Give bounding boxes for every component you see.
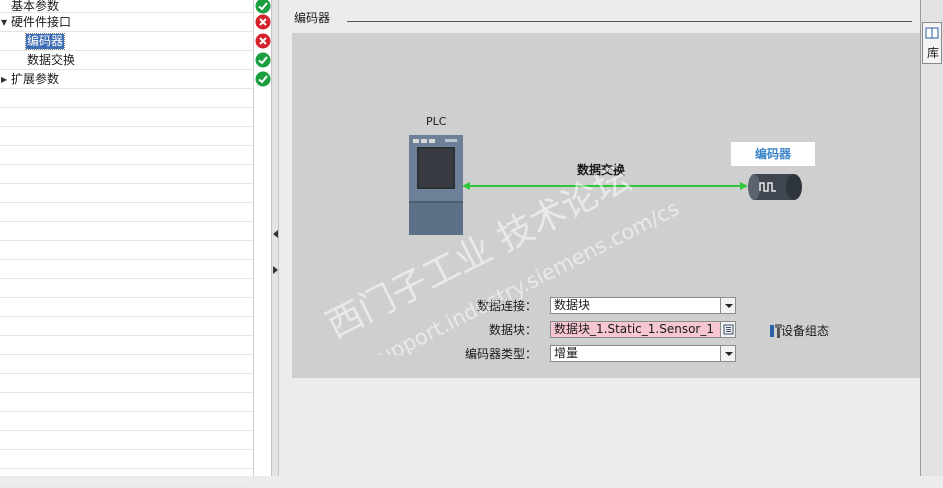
tree-row-line	[0, 450, 253, 469]
data-block-field[interactable]: 数据块_1.Static_1.Sensor_1	[550, 321, 736, 338]
encoder-type-label: 编码器类型：	[464, 347, 537, 361]
chevron-down-icon[interactable]	[720, 346, 735, 361]
library-tab-label: 库	[927, 46, 940, 60]
tree-row-line	[0, 412, 253, 431]
status-ok-icon	[255, 71, 271, 87]
encoder-panel: PLC 编码器 数据交换 数据连接： 数据块 数据块： 数据块_1.Static…	[292, 33, 921, 378]
tree-row-line	[0, 241, 253, 260]
status-column	[253, 0, 271, 476]
tree-item[interactable]: 数据交换	[26, 51, 76, 70]
plc-device-icon[interactable]	[409, 135, 463, 235]
plc-label: PLC	[426, 115, 447, 128]
tree-item-label: 数据交换	[27, 53, 76, 67]
main-area: 编码器 PLC 编码器 数据交换 数据连接： 数据块 数据块： 数据块_1.St…	[279, 0, 921, 476]
tree-item-label: 硬件件接口	[11, 15, 72, 29]
status-error-icon	[255, 14, 271, 30]
tree-item[interactable]: 编码器	[24, 32, 66, 51]
tree-row-line	[0, 260, 253, 279]
tree-row-line	[0, 127, 253, 146]
expand-right-icon[interactable]	[273, 264, 278, 276]
tree-item[interactable]: ▼ 硬件件接口	[1, 13, 72, 32]
data-block-label: 数据块：	[488, 323, 537, 337]
encoder-device-icon[interactable]	[748, 173, 804, 201]
data-exchange-connector	[462, 182, 748, 190]
tree-row-line	[0, 146, 253, 165]
expand-right-icon[interactable]: ▶	[1, 70, 7, 89]
status-ok-icon	[255, 0, 271, 14]
data-connection-label: 数据连接：	[476, 299, 537, 313]
tree-row-line	[0, 108, 253, 127]
tree-row-line	[0, 336, 253, 355]
data-connection-value: 数据块	[554, 298, 591, 312]
tree-item[interactable]: ▶ 扩展参数	[1, 70, 60, 89]
tree-row-line	[0, 431, 253, 450]
tree-row-line	[0, 203, 253, 222]
encoder-type-value: 增量	[554, 346, 579, 360]
tree-row-line	[0, 374, 253, 393]
tree-row-line	[0, 279, 253, 298]
device-config-link[interactable]: 设备组态	[781, 322, 829, 340]
tree-item-label: 基本参数	[11, 0, 60, 13]
tree-item-label: 编码器	[24, 33, 66, 50]
status-error-icon	[255, 33, 271, 49]
expand-down-icon[interactable]: ▼	[1, 13, 7, 32]
section-divider	[347, 21, 912, 22]
tree-row-line	[0, 165, 253, 184]
collapse-left-icon[interactable]	[273, 228, 278, 240]
tree-row-line	[0, 355, 253, 374]
encoder-label: 编码器	[731, 142, 815, 166]
data-exchange-label: 数据交换	[577, 163, 626, 177]
tree-row-line	[0, 469, 253, 488]
chevron-down-icon[interactable]	[720, 298, 735, 313]
tree-row-line	[0, 393, 253, 412]
tree-row-line	[0, 184, 253, 203]
encoder-type-select[interactable]: 增量	[550, 345, 736, 362]
book-icon	[925, 27, 939, 39]
parameter-tree: 基本参数 ▼ 硬件件接口编码器数据交换 ▶ 扩展参数	[0, 0, 253, 488]
tree-row-line	[0, 317, 253, 336]
tree-row-line	[0, 89, 253, 108]
task-card-strip: 库	[920, 0, 943, 476]
data-connection-select[interactable]: 数据块	[550, 297, 736, 314]
data-block-value: 数据块_1.Static_1.Sensor_1	[554, 322, 714, 336]
panel-splitter[interactable]	[271, 0, 279, 476]
library-tab[interactable]: 库	[922, 22, 942, 64]
tree-row-line	[0, 222, 253, 241]
tree-item-label: 扩展参数	[11, 72, 60, 86]
tree-row-line	[0, 298, 253, 317]
browse-list-icon[interactable]	[720, 322, 735, 337]
status-ok-icon	[255, 52, 271, 68]
section-title: 编码器	[294, 11, 331, 25]
